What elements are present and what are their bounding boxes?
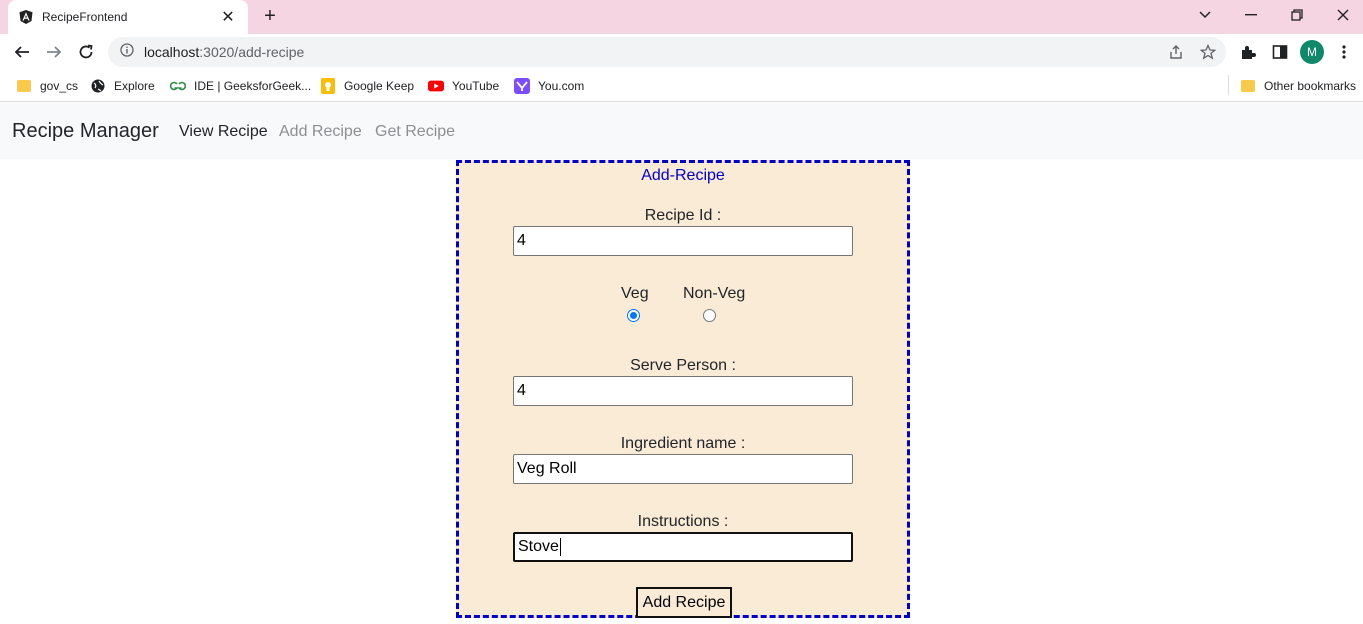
youtube-icon xyxy=(428,78,444,94)
bookmark-google-keep[interactable]: Google Keep xyxy=(320,76,414,96)
tab-strip: RecipeFrontend ✕ + xyxy=(0,0,1363,34)
bookmark-youcom[interactable]: You.com xyxy=(514,76,584,96)
reload-button[interactable] xyxy=(72,38,100,66)
add-recipe-button[interactable]: Add Recipe xyxy=(636,587,732,618)
nav-add-recipe[interactable]: Add Recipe xyxy=(279,123,362,141)
site-info-icon[interactable] xyxy=(120,42,134,62)
text-caret xyxy=(559,538,561,556)
add-recipe-form: Add-Recipe Recipe Id : 4 Veg Non-Veg Ser… xyxy=(456,160,910,618)
bookmark-youtube[interactable]: YouTube xyxy=(428,76,499,96)
folder-icon xyxy=(1240,78,1256,94)
instructions-label: Instructions : xyxy=(637,513,729,530)
youcom-icon xyxy=(514,78,530,94)
browser-tab[interactable]: RecipeFrontend ✕ xyxy=(8,0,248,34)
nonveg-radio[interactable] xyxy=(703,309,716,322)
forward-arrow-icon xyxy=(47,46,62,58)
recipe-id-label: Recipe Id : xyxy=(644,207,722,224)
form-title: Add-Recipe xyxy=(641,167,725,184)
bookmark-geeksforgeeks[interactable]: IDE | GeeksforGeek... xyxy=(170,76,311,96)
ingredient-label: Ingredient name : xyxy=(620,435,746,452)
bookmark-explore[interactable]: Explore xyxy=(90,76,155,96)
recipe-id-input[interactable]: 4 xyxy=(513,226,853,256)
bookmark-other[interactable]: Other bookmarks xyxy=(1240,76,1356,96)
side-panel-icon[interactable] xyxy=(1270,42,1290,62)
profile-avatar[interactable]: M xyxy=(1300,40,1324,64)
geeksforgeeks-icon xyxy=(170,78,186,94)
folder-icon xyxy=(16,78,32,94)
back-arrow-icon xyxy=(14,46,29,58)
url-host: localhost xyxy=(144,44,200,60)
close-window-button[interactable] xyxy=(1320,0,1363,30)
tab-search-icon[interactable] xyxy=(1182,0,1228,30)
veg-radio[interactable] xyxy=(627,309,640,322)
globe-icon xyxy=(90,78,106,94)
bookmarks-divider xyxy=(1228,75,1229,95)
instructions-input[interactable]: Stove xyxy=(513,532,853,562)
restore-button[interactable] xyxy=(1274,0,1320,30)
browser-toolbar: localhost:3020/add-recipe xyxy=(0,34,1363,70)
angular-icon xyxy=(18,9,34,25)
bookmark-star-icon[interactable] xyxy=(1198,42,1218,62)
reload-icon xyxy=(79,44,93,59)
forward-button[interactable] xyxy=(40,38,68,66)
ingredient-input[interactable]: Veg Roll xyxy=(513,454,853,484)
extensions-icon[interactable] xyxy=(1238,42,1258,62)
url-path: :3020/add-recipe xyxy=(199,44,305,60)
serve-person-label: Serve Person : xyxy=(630,357,736,374)
bookmark-gov-cs[interactable]: gov_cs xyxy=(16,76,78,96)
minimize-button[interactable] xyxy=(1228,0,1274,30)
keep-icon xyxy=(320,78,336,94)
share-icon[interactable] xyxy=(1166,42,1186,62)
brand-link[interactable]: Recipe Manager xyxy=(12,120,159,143)
nonveg-label: Non-Veg xyxy=(683,285,746,302)
tab-title: RecipeFrontend xyxy=(42,10,128,24)
veg-label: Veg xyxy=(621,285,649,302)
tab-close-icon[interactable]: ✕ xyxy=(218,7,238,27)
app-navbar: Recipe Manager View Recipe Add Recipe Ge… xyxy=(0,103,1363,159)
nav-get-recipe[interactable]: Get Recipe xyxy=(375,123,455,141)
back-button[interactable] xyxy=(8,38,36,66)
nav-view-recipe[interactable]: View Recipe xyxy=(179,123,268,141)
new-tab-button[interactable]: + xyxy=(258,5,282,29)
menu-kebab-icon[interactable] xyxy=(1334,42,1354,62)
address-bar[interactable]: localhost:3020/add-recipe xyxy=(108,37,1226,67)
bookmarks-bar: gov_cs Explore IDE | GeeksforGeek... Goo… xyxy=(0,70,1363,102)
serve-person-input[interactable]: 4 xyxy=(513,376,853,406)
